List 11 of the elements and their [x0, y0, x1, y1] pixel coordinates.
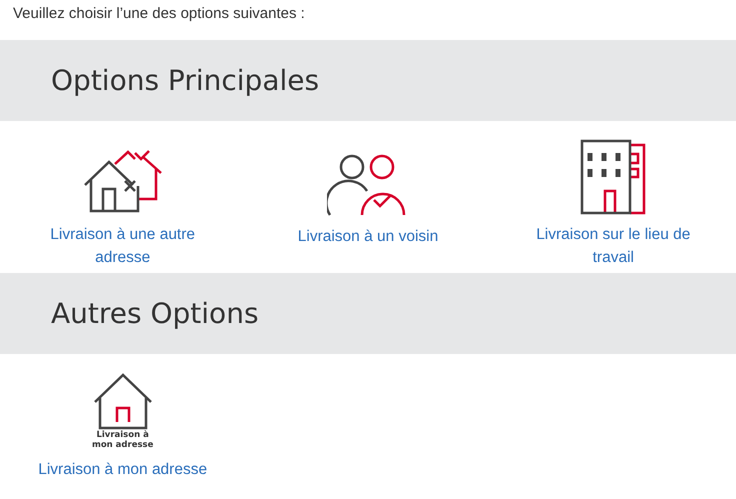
delivery-option[interactable]: Livraison à mon adresse Livraison à mon adresse — [0, 354, 246, 499]
delivery-option[interactable]: Livraison sur le lieu de travail — [490, 121, 736, 273]
section-title: Autres Options — [51, 296, 259, 332]
house-icon — [92, 372, 153, 430]
delivery-option[interactable]: Livraison à un voisin — [245, 121, 491, 273]
intro-text: Veuillez choisir l’une des options suivantes : — [12, 4, 306, 24]
houses-icon — [82, 149, 163, 215]
section-title: Options Principales — [51, 62, 320, 98]
building-icon — [578, 139, 648, 215]
icon-caption: Livraison à mon adresse — [90, 430, 154, 450]
delivery-option[interactable]: Livraison à une autre adresse — [0, 121, 246, 273]
